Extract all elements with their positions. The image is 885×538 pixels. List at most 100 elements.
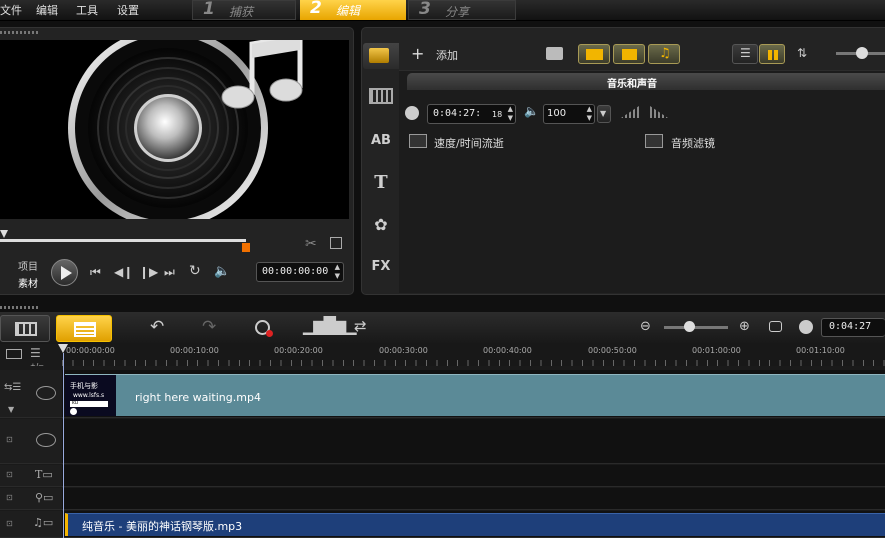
go-to-end-icon[interactable]: ⏭ [164, 265, 175, 280]
play-button[interactable] [51, 259, 78, 286]
menu-tools[interactable]: 工具 [76, 2, 98, 18]
auto-music-icon[interactable]: ⇄ [354, 317, 367, 335]
undo-icon[interactable]: ↶ [150, 317, 164, 337]
video-clip[interactable]: 手机与影 www.lsfs.s ku right here waiting.mp… [65, 374, 885, 416]
duration-field[interactable]: 0:04:27: 18 ▲ ▼ [427, 104, 516, 124]
music-note-icon: ♫ [659, 46, 671, 61]
ruler-tick-label: 00:00:30:00 [379, 346, 428, 355]
step-number: 1 [203, 0, 215, 19]
media-category-active[interactable] [363, 43, 399, 69]
next-frame-icon[interactable]: ❙▶ [139, 265, 158, 279]
voice-track[interactable] [62, 488, 885, 510]
cut-scissors-icon[interactable]: ✂ [305, 236, 317, 252]
step-number: 3 [419, 0, 431, 19]
ripple-dropdown-icon[interactable]: ▼ [8, 405, 14, 414]
thumb-text-line: ku [72, 400, 78, 406]
fit-project-icon[interactable] [769, 321, 782, 332]
trim-end-marker[interactable] [242, 243, 250, 252]
ruler-tick-label: 00:01:00:00 [692, 346, 741, 355]
step-capture-tab[interactable]: 1 捕获 [192, 0, 296, 20]
zoom-slider[interactable] [664, 326, 728, 329]
music-clip[interactable]: 纯音乐 - 美丽的神话钢琴版.mp3 [65, 513, 885, 536]
menu-settings[interactable]: 设置 [117, 2, 139, 18]
show-audio-toggle[interactable]: ♫ [648, 44, 680, 64]
sound-mixer-icon[interactable]: ▁▆█▆▁ [303, 316, 357, 335]
timeline-ruler[interactable]: 00:00:00:00 00:00:10:00 00:00:20:00 00:0… [62, 344, 885, 366]
title-track-icon[interactable]: T▭ [35, 468, 53, 481]
show-videos-toggle[interactable] [578, 44, 610, 64]
timecode-stepper-icon[interactable]: ▲ ▼ [335, 263, 340, 281]
zoom-out-icon[interactable]: ⊖ [640, 319, 651, 334]
graphics-icon[interactable]: ✿ [366, 212, 396, 238]
duration-stepper-icon[interactable]: ▲ ▼ [508, 105, 513, 123]
track-manager-icon[interactable]: ☰ [30, 346, 41, 360]
scrubber-track[interactable] [0, 239, 246, 242]
menu-file[interactable]: 文件 [0, 2, 22, 18]
audio-filter-button[interactable]: 音频滤镜 [671, 135, 715, 151]
show-all-tracks-icon[interactable] [6, 349, 22, 359]
video-track-header: ⇆☰ ▼ [0, 370, 62, 418]
project-duration-field[interactable]: 0:04:27 [821, 318, 885, 337]
speaker-image [68, 40, 303, 219]
ripple-edit-icon[interactable]: ⇆☰ [4, 382, 21, 393]
browse-folder-icon[interactable] [546, 47, 563, 60]
ruler-tick-label: 00:00:20:00 [274, 346, 323, 355]
film-icon [586, 49, 603, 60]
video-track-icon[interactable] [36, 386, 56, 400]
panel-grip[interactable] [0, 31, 40, 34]
list-view-button[interactable]: ☰ [732, 44, 758, 64]
volume-field[interactable]: 100 ▲ ▼ [543, 104, 595, 124]
repeat-icon[interactable]: ↻ [189, 263, 201, 279]
redo-icon[interactable]: ↷ [202, 317, 216, 337]
clip-thumbnail: 手机与影 www.lsfs.s ku [65, 375, 116, 416]
filter-fx-icon[interactable]: FX [366, 254, 396, 280]
step-share-tab[interactable]: 3 分享 [408, 0, 516, 20]
thumb-size-slider-knob[interactable] [856, 47, 868, 59]
speed-time-lapse-button[interactable]: 速度/时间流逝 [434, 135, 504, 151]
volume-dropdown-button[interactable]: ▼ [597, 105, 611, 123]
lock-icon[interactable]: ⊡ [6, 493, 13, 502]
ruler-tick-label: 00:00:40:00 [483, 346, 532, 355]
duration-value: 0:04:27: [433, 108, 482, 119]
timeline-view-button[interactable] [56, 315, 112, 342]
zoom-slider-knob[interactable] [684, 321, 695, 332]
step-edit-tab[interactable]: 2 编辑 [300, 0, 406, 20]
timeline-grip[interactable] [0, 306, 40, 309]
dropdown-arrow-icon: ▼ [600, 109, 607, 118]
overlay-track-icon[interactable] [36, 433, 56, 447]
mode-project-label[interactable]: 项目 [18, 258, 38, 273]
show-photos-toggle[interactable] [613, 44, 645, 64]
timeline-playhead-marker[interactable] [58, 344, 68, 353]
lock-icon[interactable]: ⊡ [6, 519, 13, 528]
transition-icon[interactable] [366, 84, 396, 110]
music-track-icon[interactable]: ♫▭ [33, 516, 53, 529]
add-icon[interactable]: + [411, 44, 424, 63]
volume-icon[interactable]: 🔈 [214, 264, 230, 279]
overlay-track[interactable] [62, 419, 885, 464]
previous-frame-icon[interactable]: ◀❙ [114, 265, 133, 279]
record-capture-icon[interactable] [255, 320, 273, 337]
lock-icon[interactable]: ⊡ [6, 470, 13, 479]
preview-timecode-field[interactable]: 00:00:00:00 ▲ ▼ [256, 262, 344, 282]
sort-icon[interactable]: ⇅ [797, 46, 807, 60]
playhead-marker[interactable] [0, 230, 8, 238]
resize-preview-icon[interactable] [330, 237, 342, 249]
volume-stepper-icon[interactable]: ▲ ▼ [587, 105, 592, 123]
voice-track-icon[interactable]: ⚲▭ [35, 491, 53, 504]
audio-filter-icon [645, 134, 663, 148]
text-t-icon[interactable]: T [366, 170, 396, 196]
zoom-in-icon[interactable]: ⊕ [739, 319, 750, 334]
mode-clip-label[interactable]: 素材 [18, 275, 38, 290]
storyboard-view-button[interactable] [0, 315, 50, 342]
menu-edit[interactable]: 编辑 [36, 2, 58, 18]
go-to-start-icon[interactable]: ⏮ [90, 265, 101, 280]
thumbnail-view-button[interactable] [759, 44, 785, 64]
step-label: 编辑 [336, 4, 361, 18]
category-tab[interactable]: 音乐和声音 [407, 73, 885, 90]
thumb-text-line: 手机与影 [70, 382, 98, 390]
add-button[interactable]: 添加 [436, 47, 458, 63]
lock-icon[interactable]: ⊡ [6, 435, 13, 444]
title-track[interactable] [62, 465, 885, 487]
title-ab-icon[interactable]: AB [366, 128, 396, 154]
step-number: 2 [310, 0, 322, 18]
